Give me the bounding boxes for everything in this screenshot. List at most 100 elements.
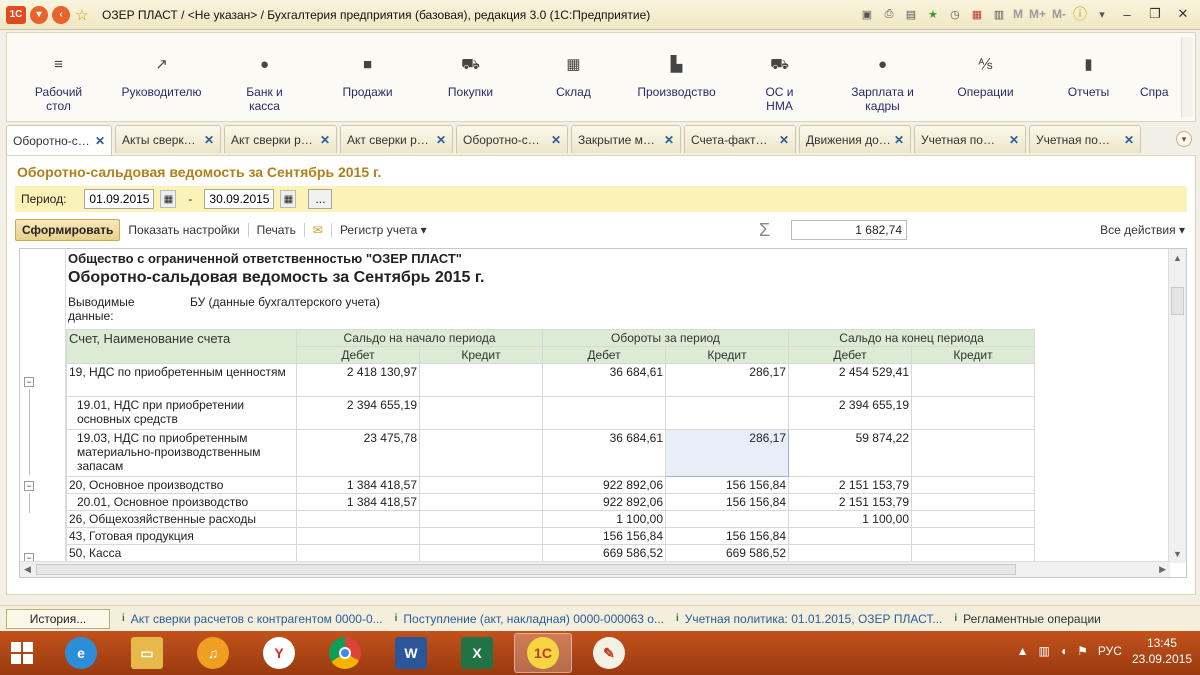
generate-button[interactable]: Сформировать [15,219,121,241]
calculator-icon[interactable]: ▥ [991,6,1007,22]
info-icon[interactable]: ⓘ [1072,6,1088,22]
closing-debit-cell[interactable] [788,544,912,562]
closing-credit-cell[interactable] [911,476,1035,494]
close-tab-icon[interactable]: ✕ [1124,133,1134,147]
date-to-field[interactable] [204,189,275,209]
taskbar-yandex[interactable]: Y [250,633,308,673]
close-tab-icon[interactable]: ✕ [894,133,904,147]
collapse-icon[interactable]: − [24,481,34,491]
tab-osv-2[interactable]: Оборотно-с… ✕ [456,125,568,153]
close-tab-icon[interactable]: ✕ [664,133,674,147]
tab-invoices[interactable]: Счета-факт… ✕ [684,125,796,153]
menu-dropdown-icon[interactable]: ▾ [30,5,48,24]
section-production[interactable]: ▙ Производство [625,33,728,121]
turnover-credit-cell[interactable]: 156 156,84 [665,476,789,494]
section-reports[interactable]: ▮ Отчеты [1037,33,1140,121]
section-reference[interactable]: Спра [1140,33,1180,121]
add-favorite-icon[interactable]: ★ [925,6,941,22]
tabs-more-icon[interactable]: ▾ [1176,131,1192,147]
closing-debit-cell[interactable]: 2 151 153,79 [788,493,912,511]
history-item[interactable]: i Учетная политика: 01.01.2015, ОЗЕР ПЛАС… [676,612,942,626]
tab-policy-2[interactable]: Учетная по… ✕ [1029,125,1141,153]
turnover-debit-cell[interactable]: 922 892,06 [542,476,666,494]
back-icon[interactable]: ‹ [52,5,70,24]
taskbar-explorer[interactable]: ▭ [118,633,176,673]
maximize-button[interactable]: ❐ [1144,5,1166,23]
turnover-credit-cell[interactable]: 156 156,84 [665,527,789,545]
show-settings-button[interactable]: Показать настройки [128,223,239,237]
opening-credit-cell[interactable] [419,476,543,494]
minimize-button[interactable]: – [1116,5,1138,23]
print-icon[interactable]: ⎙ [881,6,897,22]
turnover-credit-cell[interactable]: 286,17 [665,363,789,397]
opening-credit-cell[interactable] [419,544,543,562]
opening-debit-cell[interactable]: 1 384 418,57 [296,493,420,511]
opening-debit-cell[interactable]: 2 394 655,19 [296,396,420,430]
turnover-credit-cell[interactable]: 669 586,52 [665,544,789,562]
calendar-icon[interactable]: ▦ [969,6,985,22]
onec-logo-icon[interactable]: 1C [6,5,26,24]
volume-icon[interactable]: ◖ [1060,644,1067,658]
history-icon[interactable]: ◷ [947,6,963,22]
turnover-debit-cell[interactable]: 1 100,00 [542,510,666,528]
turnover-debit-cell[interactable] [542,396,666,430]
turnover-credit-cell-selected[interactable]: 286,17 [665,429,789,477]
closing-credit-cell[interactable] [911,510,1035,528]
sections-scrollbar[interactable] [1181,37,1193,117]
history-item[interactable]: i Поступление (акт, накладная) 0000-00006… [395,612,664,626]
closing-credit-cell[interactable] [911,363,1035,397]
period-select-button[interactable]: ... [308,189,333,209]
flag-icon[interactable]: ⚑ [1077,644,1088,658]
section-assets[interactable]: ⛟ ОС и НМА [728,33,831,121]
tab-movements[interactable]: Движения до… ✕ [799,125,911,153]
network-icon[interactable]: ▥ [1039,644,1050,658]
preview-icon[interactable]: ▤ [903,6,919,22]
taskbar-ie[interactable]: e [52,633,110,673]
opening-credit-cell[interactable] [419,396,543,430]
section-desktop[interactable]: ≡ Рабочий стол [7,33,110,121]
register-button[interactable]: Регистр учета ▾ [340,223,427,237]
clock[interactable]: 13:45 23.09.2015 [1132,635,1192,667]
section-manager[interactable]: ↗ Руководителю [110,33,213,121]
collapse-icon[interactable]: − [24,377,34,387]
account-cell[interactable]: 19.01, НДС при приобретении основных сре… [66,396,297,430]
closing-debit-cell[interactable]: 59 874,22 [788,429,912,477]
account-cell[interactable]: 50, Касса [66,544,297,562]
closing-debit-cell[interactable]: 2 394 655,19 [788,396,912,430]
closing-credit-cell[interactable] [911,544,1035,562]
opening-debit-cell[interactable] [296,527,420,545]
closing-credit-cell[interactable] [911,493,1035,511]
section-purchases[interactable]: ⛟ Покупки [419,33,522,121]
close-tab-icon[interactable]: ✕ [320,133,330,147]
keyboard-layout[interactable]: РУС [1098,644,1122,658]
history-item[interactable]: i Регламентные операции [954,612,1101,626]
calendar-to-icon[interactable]: ▦ [280,190,297,208]
tab-policy-1[interactable]: Учетная по… ✕ [914,125,1026,153]
info-dropdown-icon[interactable]: ▾ [1094,6,1110,22]
scroll-left-icon[interactable]: ◀ [24,564,31,575]
section-sales[interactable]: ■ Продажи [316,33,419,121]
account-cell[interactable]: 19.03, НДС по приобретенным материально-… [66,429,297,477]
taskbar-chrome[interactable] [316,633,374,673]
horizontal-scrollbar[interactable]: ◀ ▶ [20,561,1170,577]
report-document[interactable]: − − − Общество с ограниченной ответствен… [19,248,1187,578]
turnover-debit-cell[interactable]: 156 156,84 [542,527,666,545]
favorites-star-icon[interactable]: ☆ [74,7,90,24]
memory-mplus-button[interactable]: M+ [1029,7,1046,21]
turnover-debit-cell[interactable]: 669 586,52 [542,544,666,562]
opening-debit-cell[interactable] [296,510,420,528]
close-tab-icon[interactable]: ✕ [95,134,105,148]
history-item[interactable]: i Акт сверки расчетов с контрагентом 0000… [122,612,383,626]
closing-debit-cell[interactable]: 1 100,00 [788,510,912,528]
taskbar-paint[interactable]: ✎ [580,633,638,673]
section-operations[interactable]: ⅍ Операции [934,33,1037,121]
tab-act-1[interactable]: Акт сверки р… ✕ [224,125,337,153]
save-icon[interactable]: ▣ [859,6,875,22]
account-cell[interactable]: 26, Общехозяйственные расходы [66,510,297,528]
opening-credit-cell[interactable] [419,493,543,511]
opening-debit-cell[interactable] [296,544,420,562]
scroll-down-icon[interactable]: ▼ [1173,549,1182,559]
memory-m-button[interactable]: M [1013,7,1023,21]
scroll-up-icon[interactable]: ▲ [1173,253,1182,263]
closing-debit-cell[interactable] [788,527,912,545]
